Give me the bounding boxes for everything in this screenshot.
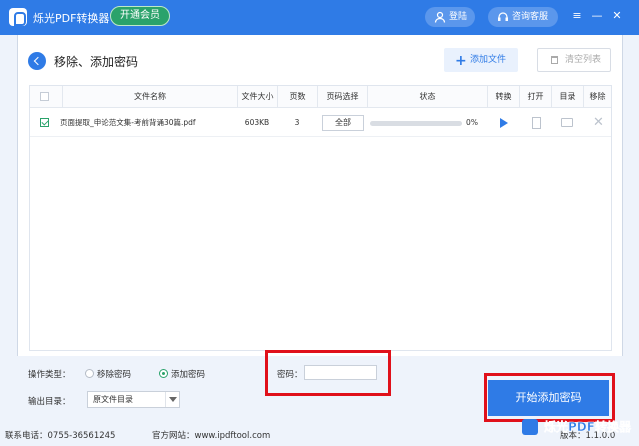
add-file-button[interactable]: + 添加文件 — [444, 48, 518, 72]
menu-icon[interactable]: ≡ — [570, 9, 584, 23]
remove-icon[interactable]: ✕ — [593, 116, 604, 130]
login-button[interactable]: 登陆 — [425, 7, 475, 27]
remove-password-label: 移除密码 — [97, 370, 132, 380]
add-file-label: 添加文件 — [470, 55, 507, 65]
add-password-radio[interactable] — [159, 369, 168, 378]
vip-button[interactable]: 开通会员 — [110, 6, 170, 26]
progress-bar — [370, 121, 462, 126]
login-label: 登陆 — [449, 12, 468, 22]
plus-icon: + — [455, 53, 467, 69]
progress-text: 0% — [466, 118, 478, 127]
app-logo-icon — [9, 8, 27, 26]
operation-type-label: 操作类型： — [28, 370, 71, 380]
support-button[interactable]: 咨询客服 — [488, 7, 558, 27]
remove-password-radio[interactable] — [85, 369, 94, 378]
headset-icon — [498, 12, 508, 21]
highlight-box — [265, 350, 391, 396]
trash-icon — [551, 56, 558, 64]
main-panel: 移除、添加密码 + 添加文件 清空列表 文件名称 文件大小 页数 页码选择 状态… — [17, 35, 623, 356]
table-row: 页面提取_申论范文集-考前背诵30篇.pdf 603KB 3 全部 0% ✕ — [30, 109, 611, 137]
page-title: 移除、添加密码 — [54, 55, 139, 69]
column-header: 状态 — [367, 86, 487, 108]
back-button[interactable] — [28, 52, 46, 70]
select-all-checkbox[interactable] — [40, 92, 49, 101]
watermark-logo-icon — [522, 419, 538, 435]
column-header: 打开 — [519, 86, 551, 108]
page-select-button[interactable]: 全部 — [322, 115, 364, 131]
file-name: 页面提取_申论范文集-考前背诵30篇.pdf — [60, 118, 196, 127]
row-checkbox[interactable] — [40, 118, 49, 127]
column-header: 移除 — [583, 86, 611, 108]
table-header: 文件名称 文件大小 页数 页码选择 状态 转换 打开 目录 移除 — [30, 86, 611, 108]
contact-phone: 联系电话：0755-36561245 — [5, 431, 116, 441]
column-header: 页码选择 — [317, 86, 367, 108]
website: 官方网站：www.ipdftool.com — [152, 431, 271, 441]
column-header: 转换 — [487, 86, 519, 108]
app-title: 烁光PDF转换器 — [33, 12, 110, 25]
watermark: 烁光PDF转换器 — [522, 417, 639, 439]
clear-list-label: 清空列表 — [565, 55, 602, 65]
watermark-text: 烁光PDF转换器 — [544, 420, 631, 435]
title-bar: 烁光PDF转换器 开通会员 登陆 咨询客服 ≡ — ✕ — [0, 0, 639, 35]
column-header: 目录 — [551, 86, 583, 108]
output-dir-select[interactable]: 原文件目录 — [87, 391, 180, 408]
column-header: 页数 — [277, 86, 317, 108]
column-header: 文件名称 — [62, 86, 237, 108]
open-file-icon[interactable] — [532, 117, 541, 129]
highlight-box — [484, 373, 615, 422]
page-count: 3 — [294, 118, 300, 127]
chevron-down-icon — [165, 392, 179, 407]
file-size: 603KB — [244, 118, 270, 127]
folder-icon[interactable] — [561, 118, 573, 127]
column-header: 文件大小 — [237, 86, 277, 108]
minimize-icon[interactable]: — — [590, 9, 604, 23]
output-dir-label: 输出目录： — [28, 397, 71, 407]
file-table: 文件名称 文件大小 页数 页码选择 状态 转换 打开 目录 移除 页面提取_申论… — [29, 85, 612, 351]
support-label: 咨询客服 — [512, 12, 549, 22]
clear-list-button[interactable]: 清空列表 — [537, 48, 611, 72]
add-password-label: 添加密码 — [171, 370, 206, 380]
play-icon[interactable] — [500, 118, 508, 128]
user-icon — [434, 11, 446, 23]
close-icon[interactable]: ✕ — [610, 9, 624, 23]
output-dir-value: 原文件目录 — [93, 395, 133, 404]
